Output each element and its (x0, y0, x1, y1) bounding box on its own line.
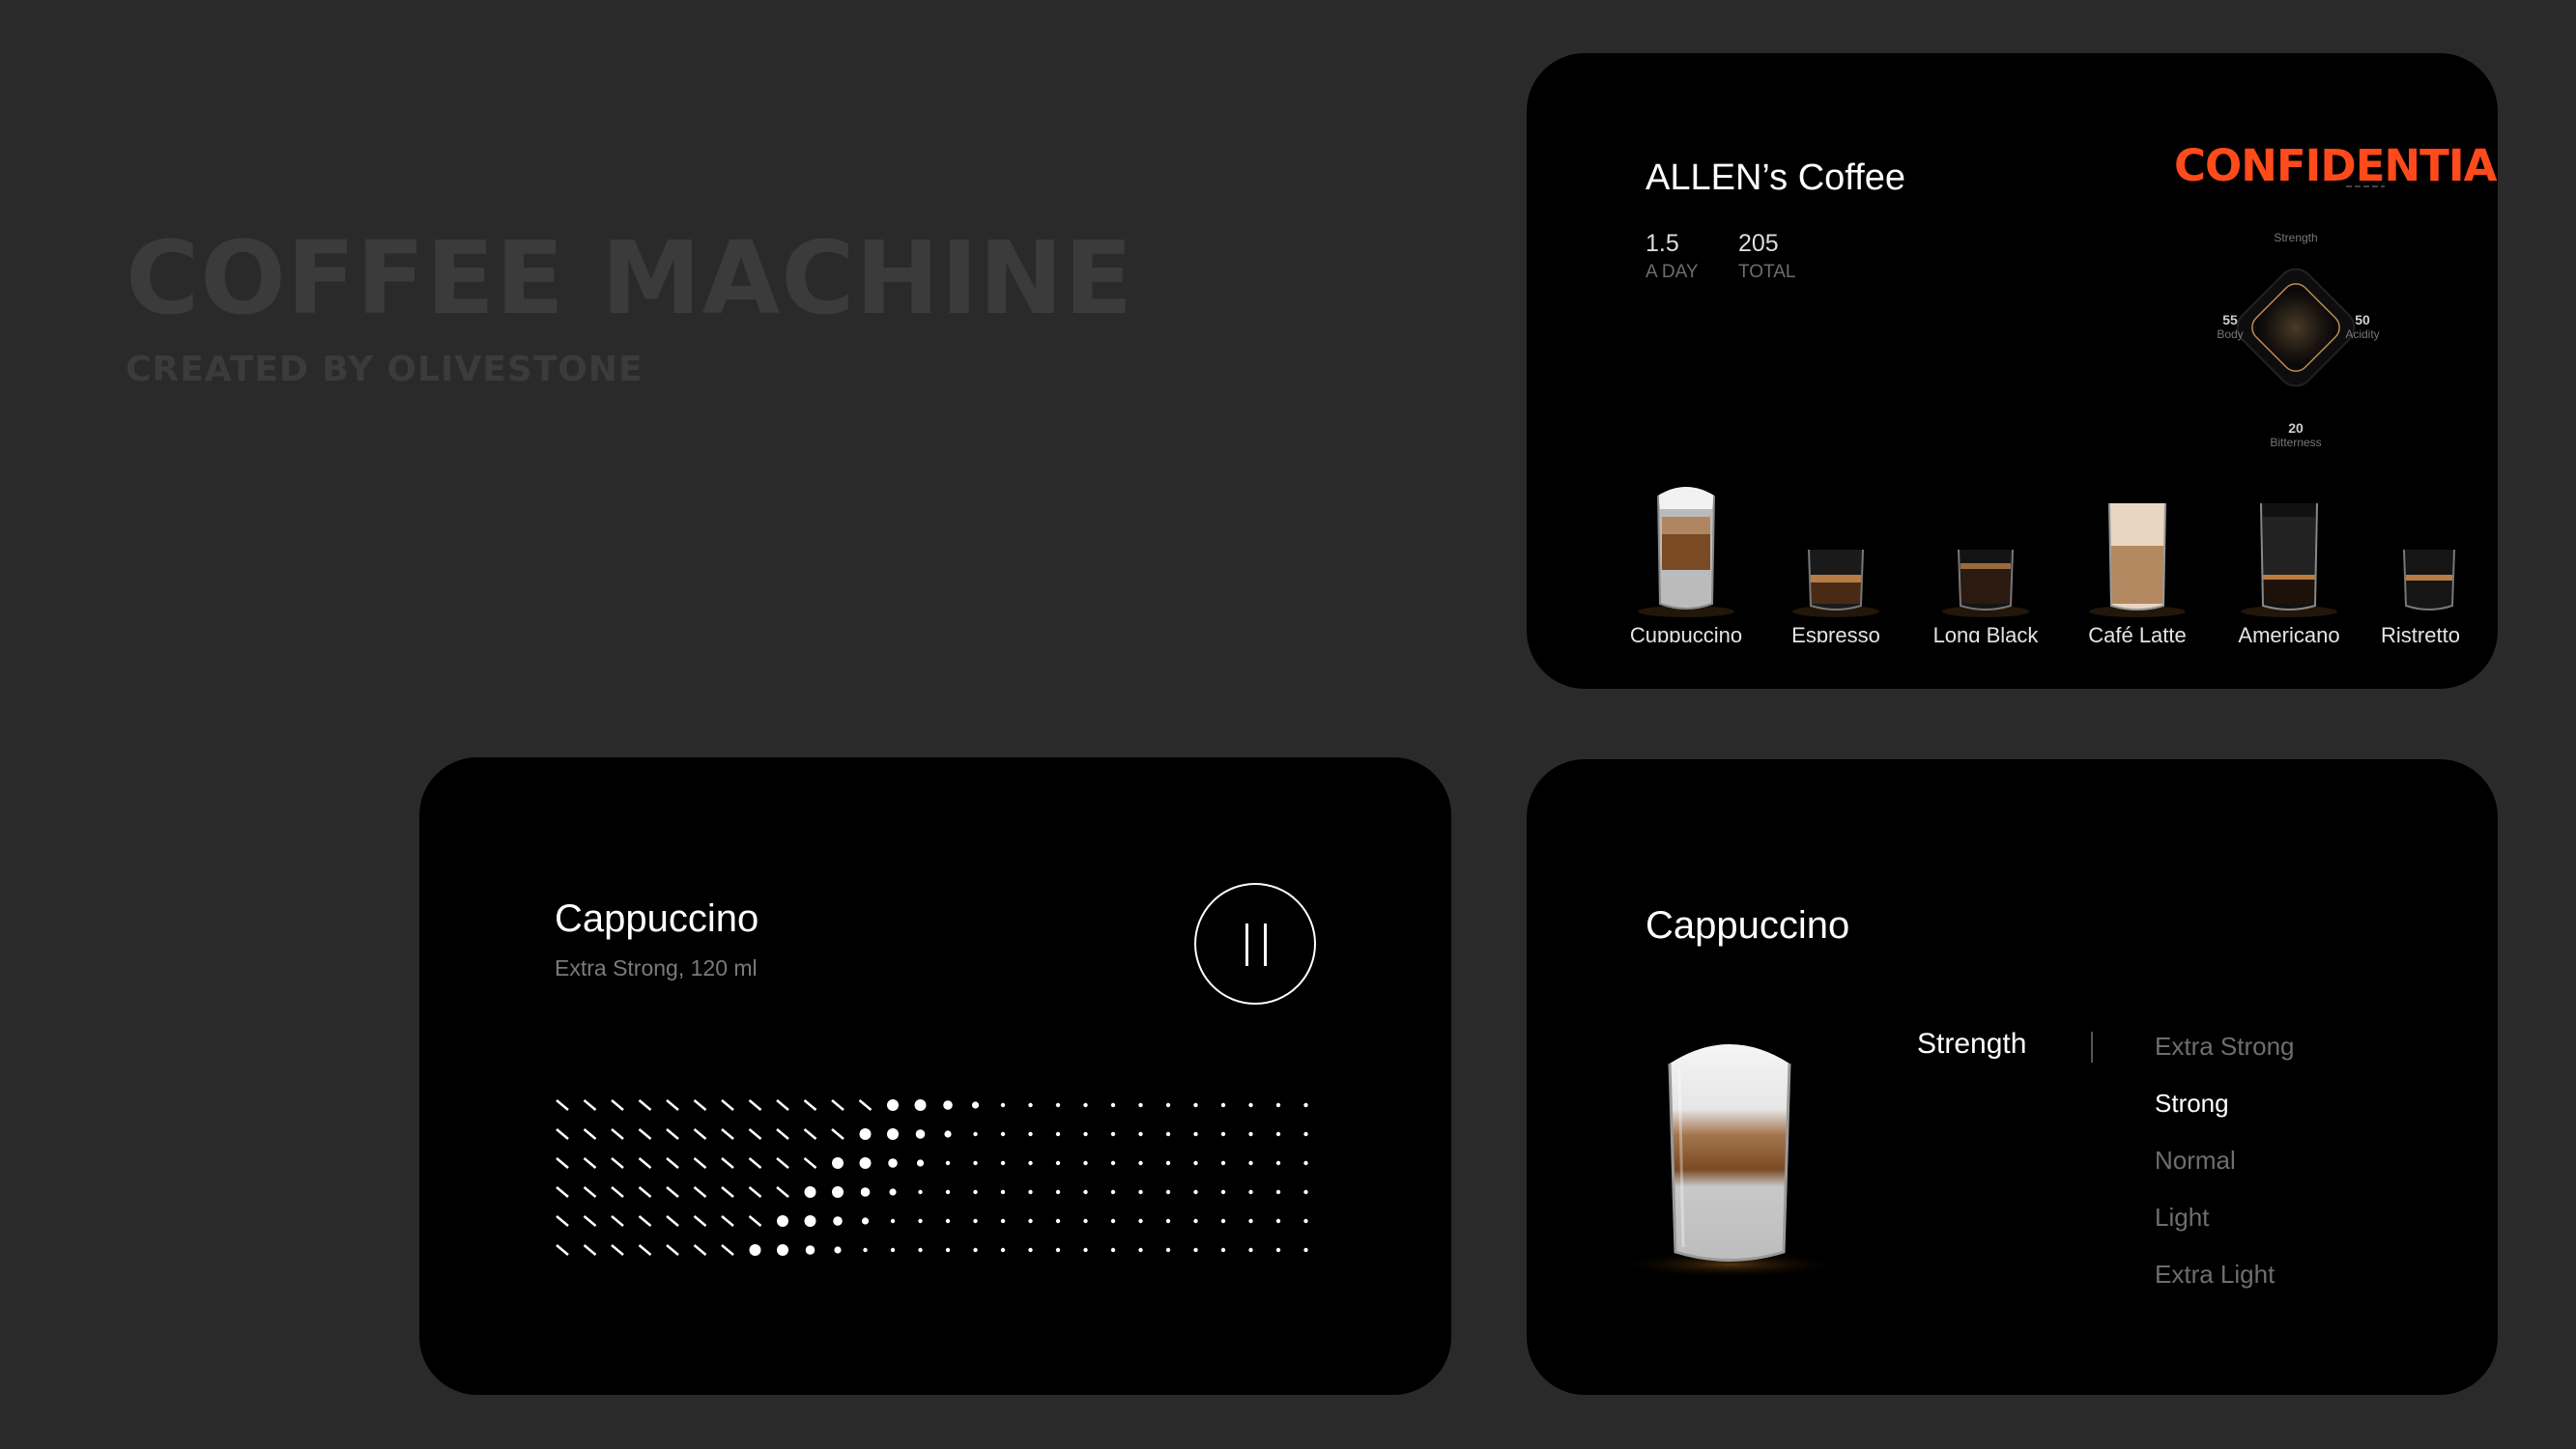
drink-carousel[interactable]: Cuppuccino Espresso Long Black Café Latt… (1614, 440, 2464, 642)
brand-title: COFFEE MACHINE (126, 219, 1134, 337)
strength-option-extra-light[interactable]: Extra Light (2155, 1260, 2275, 1290)
taste-acidity: 50 Acidity (2338, 312, 2387, 341)
stat-label: A DAY (1646, 262, 1699, 282)
taste-body: 55 Body (2211, 312, 2249, 341)
stat-per-day: 1.5 A DAY (1646, 230, 1699, 283)
drink-item-ristretto[interactable]: Ristretto (2377, 440, 2464, 642)
cappuccino-glass-icon (1638, 487, 1734, 617)
stat-total: 205 TOTAL (1738, 230, 1795, 283)
drink-label: Cuppuccino (1629, 623, 1743, 642)
strength-option-light[interactable]: Light (2155, 1203, 2209, 1233)
stat-value: 205 (1738, 230, 1779, 257)
brewing-progress-dots (556, 1099, 1308, 1256)
taste-acidity-label: Acidity (2345, 327, 2380, 341)
espresso-glass-icon (1792, 549, 1879, 617)
taste-body-label: Body (2217, 327, 2244, 341)
brewing-title: Cappuccino (555, 897, 759, 940)
brand-header: COFFEE MACHINE CREATED BY OLIVESTONE (126, 228, 1133, 389)
drink-item-long-black[interactable]: Long Black (1913, 440, 2058, 642)
strength-card: Cappuccino Strength Extra Strong Strong … (1527, 759, 2498, 1395)
ristretto-glass-icon (2403, 549, 2455, 611)
drink-label: Ristretto (2381, 623, 2460, 642)
taste-strength-label: Strength (2274, 231, 2318, 244)
taste-strength: Strength (2262, 231, 2330, 244)
long-black-glass-icon (1942, 549, 2029, 617)
stat-value: 1.5 (1646, 230, 1679, 257)
strength-label: Strength (1917, 1028, 2027, 1060)
latte-glass-icon (2089, 502, 2186, 617)
brewing-card: Cappuccino Extra Strong, 120 ml (419, 757, 1451, 1395)
drink-item-americano[interactable]: Americano (2217, 440, 2361, 642)
drink-label: Americano (2238, 623, 2340, 642)
strength-option-strong[interactable]: Strong (2155, 1089, 2229, 1119)
profile-title: ALLEN’s Coffee (1646, 157, 1905, 198)
strength-card-title: Cappuccino (1646, 904, 1850, 947)
profile-card: ALLEN’s Coffee 1.5 A DAY 205 TOTAL Stren… (1527, 53, 2498, 689)
drink-item-cafe-latte[interactable]: Café Latte (2065, 440, 2210, 642)
drink-label: Café Latte (2088, 623, 2187, 642)
taste-acidity-value: 50 (2355, 312, 2370, 327)
brand-subtitle: CREATED BY OLIVESTONE (126, 350, 644, 389)
drink-label: Long Black (1932, 623, 2039, 642)
stat-label: TOTAL (1738, 262, 1796, 282)
drink-item-espresso[interactable]: Espresso (1763, 440, 1908, 642)
pause-button[interactable] (1194, 883, 1316, 1005)
taste-bitterness-value: 20 (2288, 420, 2304, 436)
drink-label: Espresso (1791, 623, 1880, 642)
brewing-subtitle: Extra Strong, 120 ml (555, 955, 758, 980)
taste-body-value: 55 (2222, 312, 2238, 327)
strength-option-normal[interactable]: Normal (2155, 1146, 2236, 1176)
drink-item-cuppuccino[interactable]: Cuppuccino (1614, 440, 1759, 642)
americano-glass-icon (2241, 502, 2337, 617)
divider (2091, 1032, 2093, 1063)
confidential-stamp: CONFIDENTIAL (2174, 140, 2498, 191)
taste-radar: Strength 55 Body 50 Acidity 20 Bitternes… (2155, 157, 2416, 467)
cappuccino-glass-icon (1614, 1044, 1846, 1278)
strength-option-extra-strong[interactable]: Extra Strong (2155, 1032, 2295, 1062)
